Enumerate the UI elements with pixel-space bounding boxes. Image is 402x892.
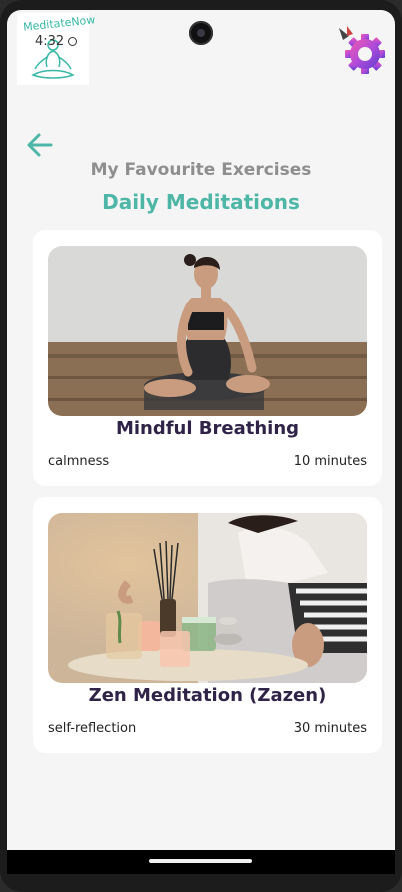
exercise-card[interactable]: Mindful Breathing calmness 10 minutes — [33, 230, 382, 486]
page-subtitle: My Favourite Exercises — [90, 160, 312, 180]
exercise-image — [48, 513, 367, 683]
exercise-image — [48, 246, 367, 416]
back-button[interactable] — [25, 130, 55, 160]
exercise-card[interactable]: Zen Meditation (Zazen) self-reflection 3… — [33, 497, 382, 753]
settings-button[interactable] — [325, 22, 395, 82]
phone-frame: MeditateNow 4:32 My Favourite Exercises … — [0, 0, 402, 892]
exercise-tag: calmness — [48, 454, 110, 469]
woman-yoga-pose-photo — [48, 246, 367, 416]
gear-icon — [339, 26, 385, 74]
exercise-tag: self-reflection — [48, 721, 137, 736]
app-logo: MeditateNow — [17, 13, 96, 85]
arrow-left-icon — [27, 133, 53, 157]
status-time: 4:32 — [35, 34, 65, 49]
page-title: Daily Meditations — [102, 190, 300, 214]
exercise-duration: 30 minutes — [293, 721, 367, 736]
app-screen: MeditateNow 4:32 My Favourite Exercises … — [7, 10, 395, 850]
status-indicator-icon — [68, 37, 77, 46]
exercise-duration: 10 minutes — [293, 454, 367, 469]
exercise-title: Zen Meditation (Zazen) — [88, 685, 327, 706]
front-camera — [189, 21, 213, 45]
candles-meditation-photo — [48, 513, 367, 683]
home-indicator[interactable] — [149, 859, 252, 863]
exercise-title: Mindful Breathing — [115, 418, 300, 439]
